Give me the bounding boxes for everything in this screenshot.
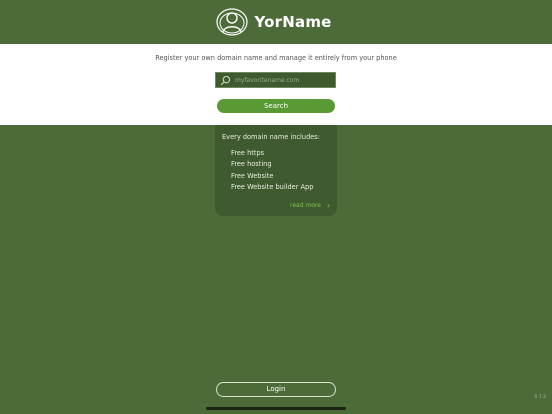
version-label: 0.7.2 (534, 395, 546, 400)
feature-item: Free https (231, 149, 265, 157)
feature-list: Free https Free hosting Free Website Fre… (231, 148, 313, 193)
feature-item: Free Website builder App (231, 182, 314, 191)
brand-name: YorName (254, 13, 332, 31)
person-circle-logo-icon (216, 8, 249, 36)
tagline: Register your own domain name and manage… (155, 54, 397, 62)
home-indicator[interactable] (206, 407, 346, 410)
login-button[interactable]: Login (216, 382, 336, 397)
read-more-label: read more (290, 202, 321, 209)
includes-title: Every domain name includes: (222, 133, 320, 141)
search-button[interactable]: Search (217, 99, 335, 113)
logo: YorName (214, 4, 331, 40)
feature-item: Free hosting (231, 160, 272, 169)
feature-item: Free Website (231, 171, 274, 180)
app-header: YorName (0, 0, 552, 44)
search-icon (220, 75, 231, 85)
domain-search-input[interactable] (235, 76, 330, 84)
includes-card: Every domain name includes: Free https F… (215, 125, 337, 216)
read-more-link[interactable]: read more › (290, 201, 330, 210)
chevron-right-icon: › (326, 201, 331, 210)
domain-search-field[interactable] (215, 72, 336, 88)
